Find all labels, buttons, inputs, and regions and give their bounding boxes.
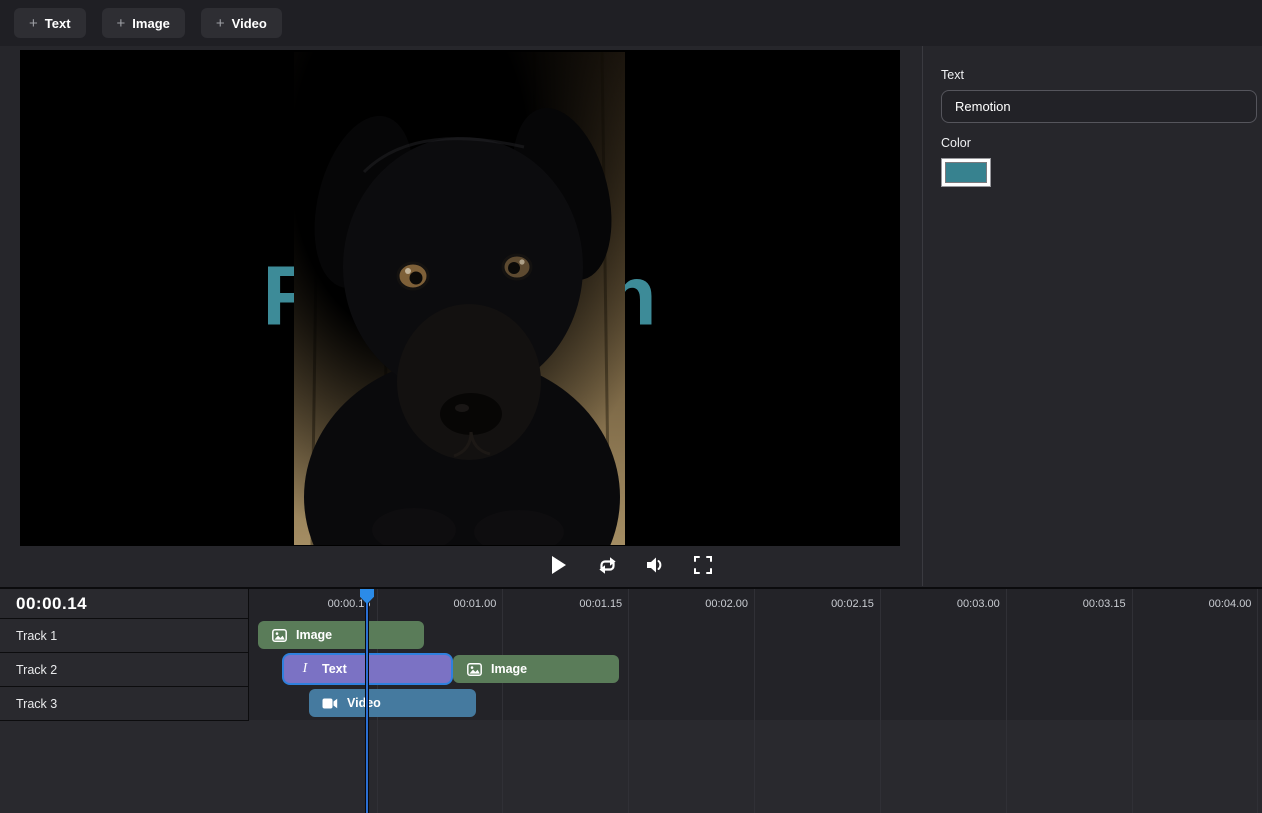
track-label-1: Track 1 xyxy=(0,619,248,653)
ruler-timecode-label: 00:02.00 xyxy=(664,589,748,619)
add-video-button[interactable]: + Video xyxy=(201,8,282,38)
color-field-label: Color xyxy=(941,136,1256,150)
timeline-gridline xyxy=(880,589,881,813)
color-swatch-fill xyxy=(945,162,987,183)
plus-icon: + xyxy=(216,16,225,31)
track-label-2: Track 2 xyxy=(0,653,248,687)
ruler-timecode-label: 00:03.00 xyxy=(916,589,1000,619)
text-field-label: Text xyxy=(941,68,1256,82)
volume-button[interactable] xyxy=(643,555,667,579)
ruler-timecode-label: 00:02.15 xyxy=(790,589,874,619)
fullscreen-icon xyxy=(694,556,712,577)
add-video-label: Video xyxy=(232,16,267,31)
timeline-header-column: 00:00.14 Track 1 Track 2 Track 3 xyxy=(0,589,249,721)
toolbar: + Text + Image + Video xyxy=(0,0,1262,46)
image-icon xyxy=(466,663,482,676)
timeline-gridline xyxy=(1257,589,1258,813)
timeline-gridline xyxy=(628,589,629,813)
play-button[interactable] xyxy=(547,555,571,579)
add-image-label: Image xyxy=(132,16,170,31)
ruler-timecode-label: 00:03.15 xyxy=(1042,589,1126,619)
video-camera-icon xyxy=(322,698,338,709)
preview-canvas: Remotion xyxy=(20,50,900,546)
clip-label: Video xyxy=(347,696,381,710)
timeline: 00:00.14 Track 1 Track 2 Track 3 Image I… xyxy=(0,587,1262,813)
volume-icon xyxy=(646,556,665,577)
clip-label: Image xyxy=(491,662,527,676)
clip-label: Text xyxy=(322,662,347,676)
playhead-line xyxy=(366,589,368,813)
text-icon: I xyxy=(297,661,313,677)
color-picker-swatch[interactable] xyxy=(941,158,991,187)
ruler-timecode-label: 00:01.00 xyxy=(412,589,496,619)
ruler-timecode-label: 00:04.00 xyxy=(1167,589,1251,619)
plus-icon: + xyxy=(29,16,38,31)
play-icon xyxy=(551,555,567,578)
add-image-button[interactable]: + Image xyxy=(102,8,185,38)
timeline-gridline xyxy=(502,589,503,813)
track-label-3: Track 3 xyxy=(0,687,248,721)
clip-video-track3[interactable]: Video xyxy=(309,689,476,717)
dog-photo xyxy=(294,52,625,545)
add-text-label: Text xyxy=(45,16,71,31)
inspector-panel: Text Color xyxy=(922,46,1262,586)
timeline-gridline xyxy=(1132,589,1133,813)
ruler-timecode-label: 00:01.15 xyxy=(538,589,622,619)
clip-image-track2[interactable]: Image xyxy=(453,655,619,683)
timeline-gridline xyxy=(1006,589,1007,813)
loop-icon xyxy=(597,556,618,578)
image-icon xyxy=(271,629,287,642)
timeline-gridline xyxy=(754,589,755,813)
current-timecode: 00:00.14 xyxy=(0,589,248,619)
timeline-lanes[interactable]: Image I Text Image xyxy=(249,589,1262,813)
clip-image-track1[interactable]: Image xyxy=(258,621,424,649)
add-text-button[interactable]: + Text xyxy=(14,8,86,38)
ruler-timecode-label: 00:00.15 xyxy=(287,589,371,619)
plus-icon: + xyxy=(117,16,126,31)
loop-button[interactable] xyxy=(595,555,619,579)
fullscreen-button[interactable] xyxy=(691,555,715,579)
player-controls xyxy=(0,546,1262,587)
text-input[interactable] xyxy=(941,90,1257,123)
clip-label: Image xyxy=(296,628,332,642)
